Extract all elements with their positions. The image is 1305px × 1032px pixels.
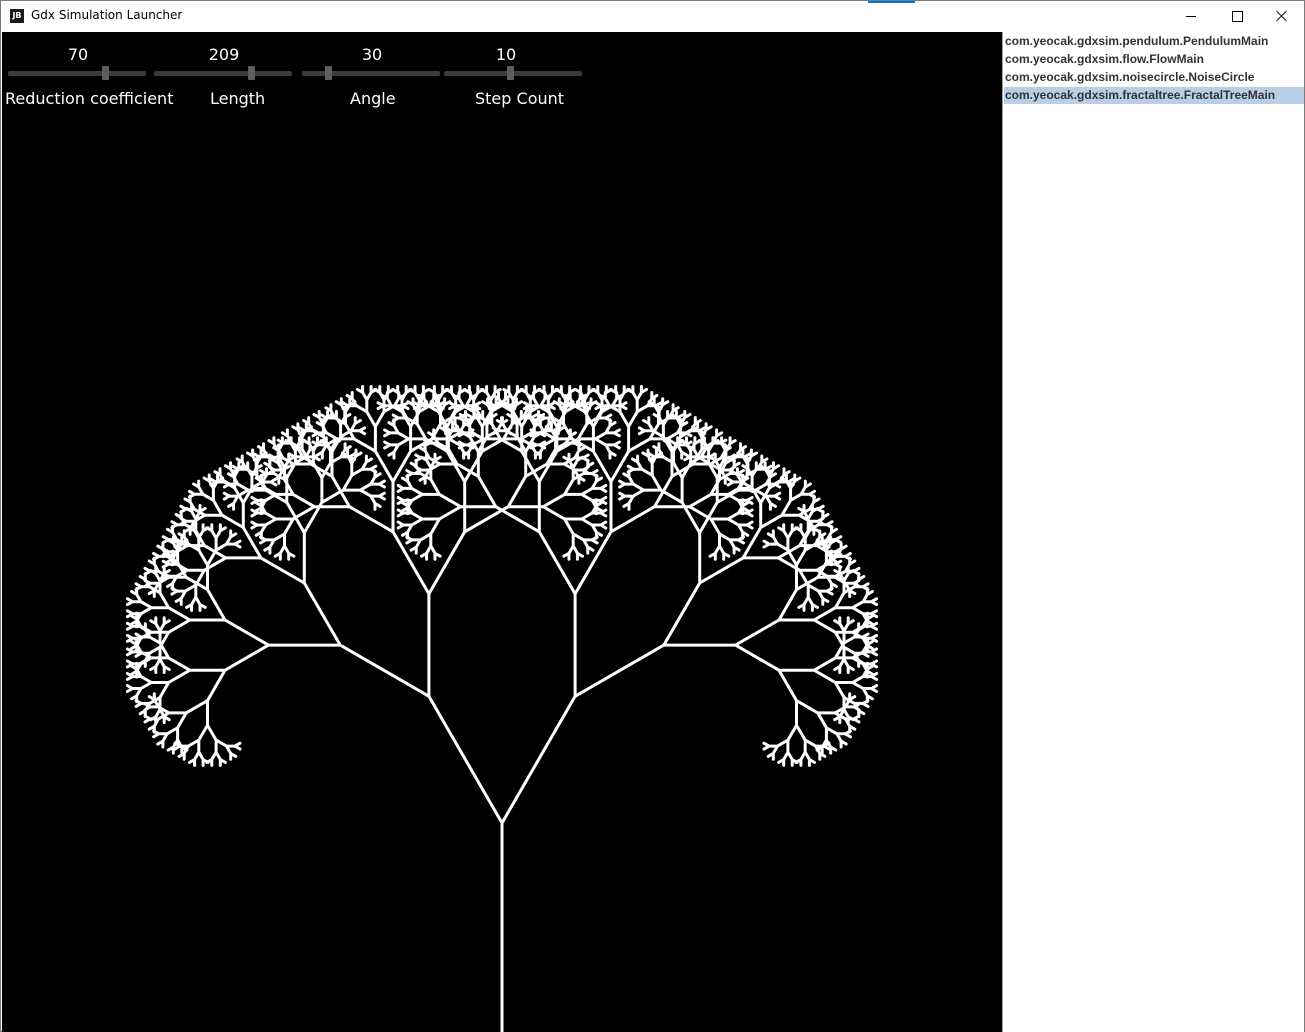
slider-knob[interactable] (247, 66, 255, 80)
simulation-item-fractaltree[interactable]: com.yeocak.gdxsim.fractaltree.FractalTre… (1004, 87, 1304, 104)
minimize-button[interactable] (1168, 1, 1214, 31)
slider-knob[interactable] (507, 66, 515, 80)
slider-value: 209 (208, 45, 240, 64)
minimize-icon (1186, 15, 1196, 17)
angle-slider[interactable] (302, 66, 440, 80)
tree-branches (125, 385, 879, 1032)
step-count-slider[interactable] (444, 66, 582, 80)
reduction-coefficient-control: 70 Reduction coefficient (5, 32, 173, 122)
slider-value: 30 (361, 45, 383, 64)
simulation-item-noisecircle[interactable]: com.yeocak.gdxsim.noisecircle.NoiseCircl… (1004, 69, 1304, 86)
close-button[interactable] (1259, 1, 1305, 31)
slider-knob[interactable] (101, 66, 109, 80)
title-bar[interactable]: JB Gdx Simulation Launcher (1, 1, 1304, 31)
close-icon (1276, 10, 1288, 22)
slider-value: 70 (67, 45, 89, 64)
slider-label: Step Count (475, 89, 565, 108)
simulation-canvas[interactable]: 70 Reduction coefficient 209 Length 30 A… (2, 32, 1002, 1032)
maximize-button[interactable] (1214, 1, 1260, 31)
simulation-item-flow[interactable]: com.yeocak.gdxsim.flow.FlowMain (1004, 51, 1304, 68)
window-title: Gdx Simulation Launcher (31, 8, 183, 22)
step-count-control: 10 Step Count (436, 32, 596, 122)
length-control: 209 Length (154, 32, 314, 122)
slider-label: Reduction coefficient (5, 89, 174, 108)
simulation-item-pendulum[interactable]: com.yeocak.gdxsim.pendulum.PendulumMain (1004, 33, 1304, 50)
simulation-list[interactable]: com.yeocak.gdxsim.pendulum.PendulumMain … (1002, 32, 1304, 1032)
title-accent (868, 1, 915, 3)
slider-label: Length (210, 89, 266, 108)
maximize-icon (1231, 10, 1243, 22)
fractal-tree (125, 385, 879, 1032)
slider-value: 10 (495, 45, 517, 64)
launcher-window: JB Gdx Simulation Launcher 70 Reduction … (0, 0, 1305, 1032)
slider-knob[interactable] (325, 66, 333, 80)
slider-label: Angle (350, 89, 396, 108)
length-slider[interactable] (154, 66, 292, 80)
app-icon: JB (10, 9, 24, 23)
reduction-coefficient-slider[interactable] (8, 66, 146, 80)
